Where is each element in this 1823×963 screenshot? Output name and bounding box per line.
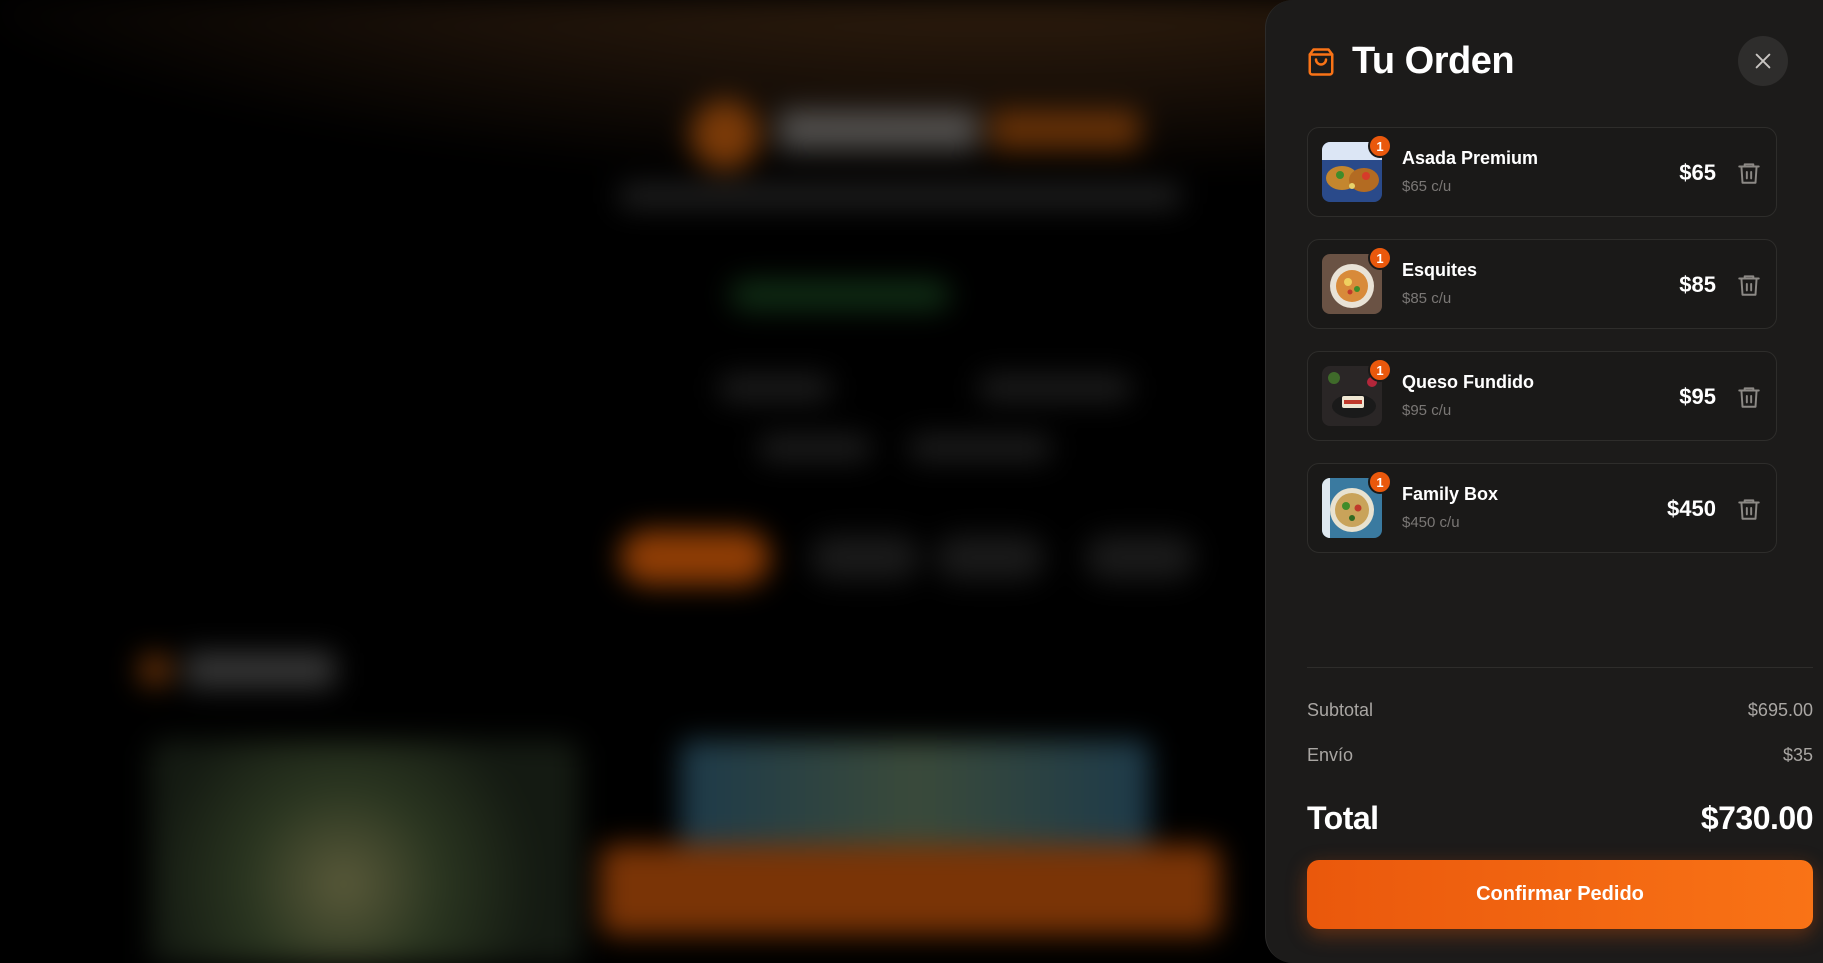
tagline-placeholder (620, 185, 1180, 207)
status-pill (730, 280, 950, 310)
total-row: Total $730.00 (1307, 800, 1814, 837)
trash-icon[interactable] (1736, 271, 1762, 299)
item-unit-price: $95 c/u (1402, 402, 1452, 419)
category-tab (935, 535, 1045, 580)
quantity-badge: 1 (1368, 470, 1392, 494)
stat-placeholder (910, 435, 1050, 461)
cart-item: 1 Family Box $450 c/u $450 (1307, 463, 1777, 553)
subtotal-label: Subtotal (1307, 700, 1374, 720)
cart-item: 1 Esquites $85 c/u $85 (1307, 239, 1777, 329)
shipping-row: Envío $35 (1307, 745, 1813, 766)
item-name: Family Box (1402, 484, 1499, 504)
item-unit-price: $450 c/u (1402, 514, 1460, 531)
quantity-badge: 1 (1368, 358, 1392, 382)
stat-placeholder (980, 375, 1130, 401)
subtotal-value: $695.00 (1747, 700, 1813, 720)
item-unit-price: $85 c/u (1402, 290, 1452, 307)
item-price: $450 (1667, 496, 1716, 521)
item-price: $85 (1679, 272, 1716, 297)
stat-placeholder (760, 435, 870, 461)
category-tab (810, 535, 920, 580)
section-icon (140, 655, 170, 685)
cart-item: 1 Asada Premium $65 c/u $65 (1307, 127, 1777, 217)
stat-placeholder (720, 375, 830, 401)
item-name: Asada Premium (1402, 148, 1539, 168)
brand-logo (690, 100, 760, 170)
item-name: Queso Fundido (1402, 372, 1534, 392)
item-price: $65 (1679, 160, 1716, 185)
brand-name-accent-placeholder (990, 110, 1140, 150)
subtotal-row: Subtotal $695.00 (1307, 700, 1813, 721)
cart-item: 1 Queso Fundido $95 c/u $95 (1307, 351, 1777, 441)
shipping-value: $35 (1782, 745, 1813, 765)
close-button[interactable] (1738, 36, 1788, 86)
item-name: Esquites (1402, 260, 1478, 280)
total-label: Total (1307, 800, 1379, 836)
total-value: $730.00 (1700, 800, 1814, 836)
brand-name-placeholder (778, 110, 978, 150)
item-unit-price: $65 c/u (1402, 178, 1452, 195)
menu-card-image (680, 740, 1150, 850)
section-title-placeholder (185, 652, 335, 688)
floating-cart-bar (600, 845, 1220, 935)
cart-items-list: 1 Asada Premium $65 c/u $65 1 Esquites $… (1307, 127, 1777, 575)
trash-icon[interactable] (1736, 159, 1762, 187)
trash-icon[interactable] (1736, 383, 1762, 411)
close-icon (1755, 53, 1771, 69)
cart-drawer: Tu Orden 1 Asada Premium $65 c/u $65 1 E… (1265, 0, 1823, 963)
confirm-order-button[interactable]: Confirmar Pedido (1307, 860, 1813, 929)
summary-divider (1307, 667, 1813, 668)
cart-header: Tu Orden (1306, 40, 1515, 83)
category-tab (1085, 535, 1195, 580)
shipping-label: Envío (1307, 745, 1354, 765)
quantity-badge: 1 (1368, 246, 1392, 270)
shopping-bag-icon (1308, 47, 1334, 76)
trash-icon[interactable] (1736, 495, 1762, 523)
menu-card-image (150, 740, 580, 963)
quantity-badge: 1 (1368, 134, 1392, 158)
cart-title: Tu Orden (1352, 40, 1515, 82)
item-price: $95 (1679, 384, 1716, 409)
category-tab-active (620, 530, 770, 585)
